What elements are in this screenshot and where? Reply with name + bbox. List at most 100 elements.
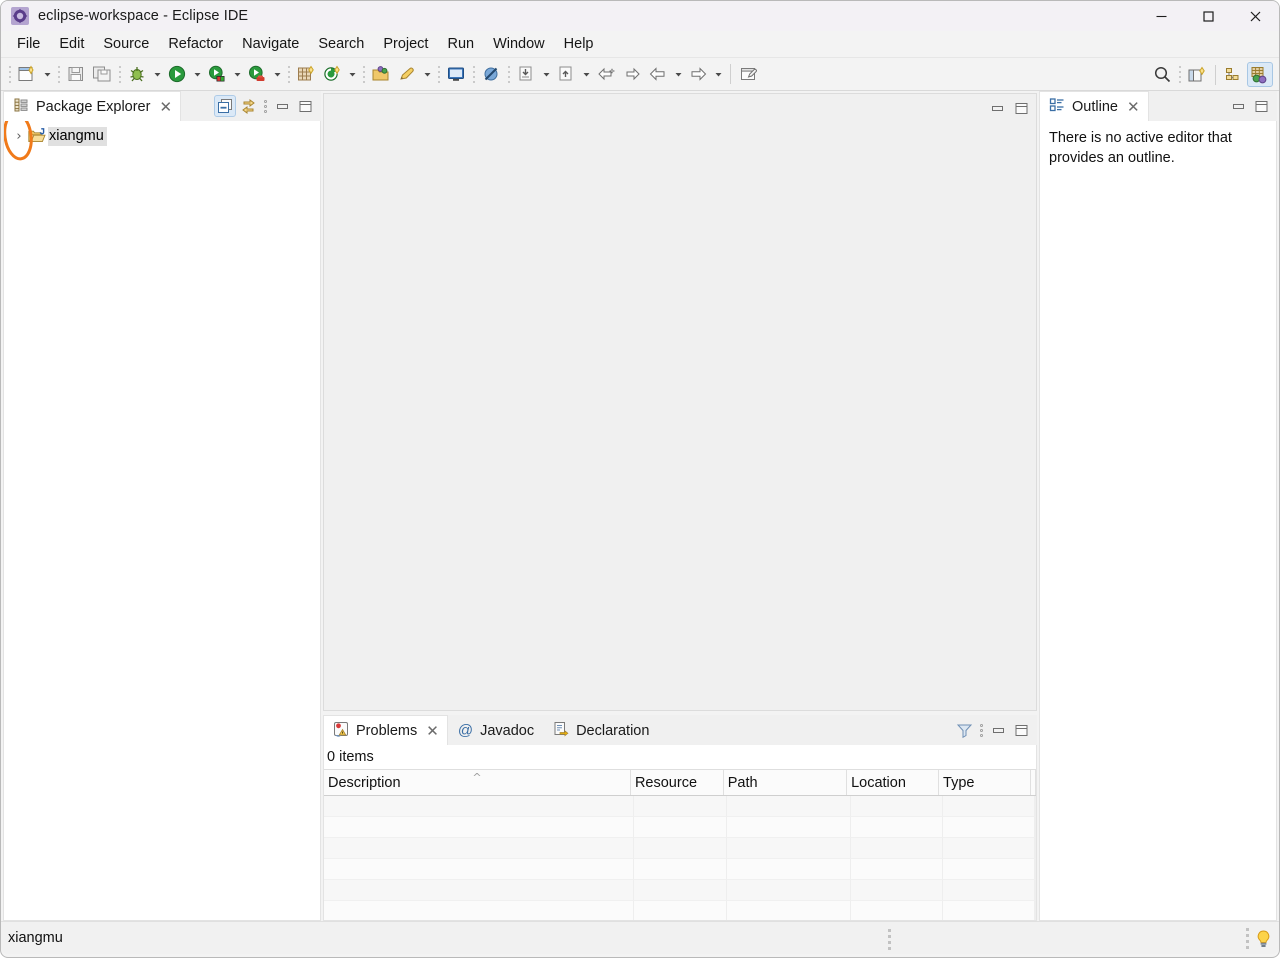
- menu-refactor[interactable]: Refactor: [159, 33, 232, 55]
- debug-icon[interactable]: [124, 62, 150, 87]
- minimize-icon[interactable]: [986, 97, 1008, 119]
- run-external-tools-icon[interactable]: [244, 62, 270, 87]
- close-button[interactable]: [1232, 1, 1279, 31]
- table-row[interactable]: [324, 838, 1036, 859]
- tab-declaration[interactable]: Declaration: [543, 715, 658, 745]
- menu-help[interactable]: Help: [555, 33, 603, 55]
- filter-icon[interactable]: [953, 719, 975, 741]
- table-row[interactable]: [324, 880, 1036, 901]
- next-annotation-dropdown-icon[interactable]: [579, 62, 593, 87]
- minimize-icon[interactable]: [987, 719, 1009, 741]
- debug-dropdown-icon[interactable]: [150, 62, 164, 87]
- lightbulb-icon[interactable]: [1254, 929, 1273, 949]
- view-menu-icon[interactable]: [976, 720, 986, 740]
- forward-history-icon[interactable]: [685, 62, 711, 87]
- maximize-button[interactable]: [1185, 1, 1232, 31]
- close-icon[interactable]: ✕: [159, 98, 172, 116]
- problems-table[interactable]: Description ^ Resource Path Location Typ…: [324, 769, 1036, 920]
- link-with-editor-icon[interactable]: [237, 95, 259, 117]
- close-icon[interactable]: ✕: [426, 722, 439, 740]
- toolbar-grip-3[interactable]: [116, 63, 123, 85]
- column-header-resource[interactable]: Resource: [630, 770, 724, 795]
- open-perspective-icon[interactable]: [1184, 62, 1210, 87]
- menu-file[interactable]: File: [8, 33, 49, 55]
- minimize-icon[interactable]: [1227, 95, 1249, 117]
- table-row[interactable]: [324, 901, 1036, 920]
- column-header-location[interactable]: Location: [847, 770, 940, 795]
- column-header-type[interactable]: Type: [939, 770, 1032, 795]
- terminal-icon[interactable]: [443, 62, 469, 87]
- column-header-description[interactable]: Description ^: [324, 770, 631, 795]
- toolbar-grip-2[interactable]: [55, 63, 62, 85]
- forward-icon[interactable]: [619, 62, 645, 87]
- problems-table-container[interactable]: 0 items Description ^ Resource Path Loca…: [323, 745, 1037, 921]
- new-java-package-icon[interactable]: [293, 62, 319, 87]
- menu-source[interactable]: Source: [94, 33, 158, 55]
- toolbar-grip-8[interactable]: [505, 63, 512, 85]
- new-wizard-dropdown-icon[interactable]: [40, 62, 54, 87]
- toolbar-grip-6[interactable]: [435, 63, 442, 85]
- menu-navigate[interactable]: Navigate: [233, 33, 308, 55]
- collapse-all-icon[interactable]: [214, 95, 236, 117]
- toolbar-grip-5[interactable]: [360, 63, 367, 85]
- status-grip-center[interactable]: [885, 927, 894, 951]
- next-annotation-icon[interactable]: [553, 62, 579, 87]
- tree-expand-arrow[interactable]: ›: [10, 129, 28, 144]
- coverage-icon[interactable]: [204, 62, 230, 87]
- minimize-icon[interactable]: [271, 95, 293, 117]
- open-type-icon[interactable]: [368, 62, 394, 87]
- new-java-class-icon[interactable]: [319, 62, 345, 87]
- toolbar-grip[interactable]: [6, 63, 13, 85]
- save-icon[interactable]: [63, 62, 89, 87]
- minimize-button[interactable]: [1138, 1, 1185, 31]
- maximize-icon[interactable]: [1250, 95, 1272, 117]
- perspective-java-ee-icon[interactable]: [1247, 62, 1273, 87]
- coverage-dropdown-icon[interactable]: [230, 62, 244, 87]
- new-editor-icon[interactable]: [736, 62, 762, 87]
- view-menu-icon[interactable]: [260, 96, 270, 116]
- status-grip-right[interactable]: [1243, 927, 1252, 951]
- maximize-icon[interactable]: [1010, 719, 1032, 741]
- table-row[interactable]: [324, 796, 1036, 817]
- back-history-dropdown-icon[interactable]: [671, 62, 685, 87]
- quick-access-search-icon[interactable]: [1149, 62, 1175, 87]
- menu-window[interactable]: Window: [484, 33, 554, 55]
- forward-history-dropdown-icon[interactable]: [711, 62, 725, 87]
- toolbar-grip-9[interactable]: [1176, 64, 1183, 86]
- perspective-java-icon[interactable]: [1221, 62, 1247, 87]
- run-icon[interactable]: [164, 62, 190, 87]
- tab-outline[interactable]: Outline ✕: [1039, 91, 1149, 121]
- run-external-dropdown-icon[interactable]: [270, 62, 284, 87]
- menu-run[interactable]: Run: [438, 33, 483, 55]
- open-task-dropdown-icon[interactable]: [420, 62, 434, 87]
- tab-package-explorer[interactable]: Package Explorer ✕: [3, 91, 182, 121]
- menu-project[interactable]: Project: [374, 33, 437, 55]
- tab-problems[interactable]: Problems ✕: [323, 715, 448, 745]
- column-header-extra[interactable]: [1031, 770, 1036, 795]
- package-explorer-tree[interactable]: › xiangmu: [3, 121, 321, 921]
- menu-edit[interactable]: Edit: [50, 33, 93, 55]
- editor-area[interactable]: [323, 93, 1037, 711]
- open-task-icon[interactable]: [394, 62, 420, 87]
- maximize-icon[interactable]: [294, 95, 316, 117]
- save-all-icon[interactable]: [89, 62, 115, 87]
- previous-annotation-icon[interactable]: [513, 62, 539, 87]
- skip-breakpoints-icon[interactable]: [478, 62, 504, 87]
- new-wizard-icon[interactable]: [14, 62, 40, 87]
- back-history-icon[interactable]: [645, 62, 671, 87]
- table-row[interactable]: [324, 817, 1036, 838]
- tab-javadoc[interactable]: @ Javadoc: [448, 715, 543, 745]
- toolbar-grip-7[interactable]: [470, 63, 477, 85]
- new-java-class-dropdown-icon[interactable]: [345, 62, 359, 87]
- problems-table-body[interactable]: [324, 796, 1036, 920]
- previous-annotation-dropdown-icon[interactable]: [539, 62, 553, 87]
- back-icon[interactable]: [593, 62, 619, 87]
- column-header-path[interactable]: Path: [723, 770, 848, 795]
- toolbar-grip-4[interactable]: [285, 63, 292, 85]
- run-dropdown-icon[interactable]: [190, 62, 204, 87]
- table-row[interactable]: [324, 859, 1036, 880]
- maximize-icon[interactable]: [1010, 97, 1032, 119]
- menu-search[interactable]: Search: [309, 33, 373, 55]
- close-icon[interactable]: ✕: [1127, 98, 1140, 116]
- tree-item-xiangmu[interactable]: › xiangmu: [4, 121, 320, 161]
